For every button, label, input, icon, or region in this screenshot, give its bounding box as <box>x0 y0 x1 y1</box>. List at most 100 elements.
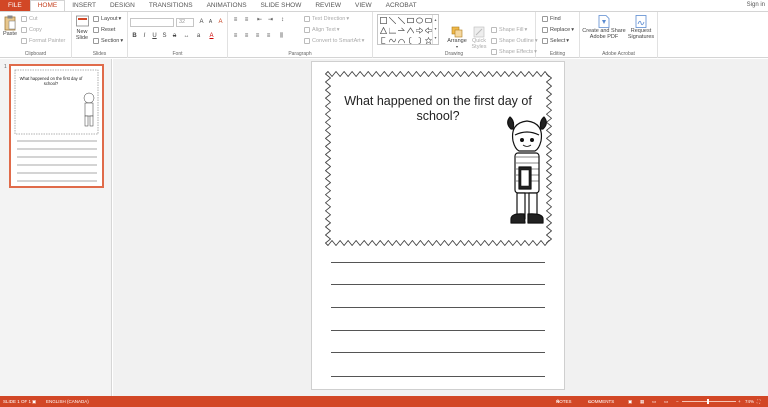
text-direction-button[interactable]: Text Direction ▾ <box>304 16 349 22</box>
request-signatures-button[interactable]: Request Signatures <box>626 15 656 40</box>
tab-transitions[interactable]: TRANSITIONS <box>142 0 200 11</box>
textbox-shape-icon[interactable] <box>380 17 387 24</box>
shrink-font-button[interactable]: A <box>207 19 214 26</box>
new-slide-button[interactable]: New Slide <box>74 15 90 41</box>
tab-animations[interactable]: ANIMATIONS <box>200 0 254 11</box>
slide-thumbnail[interactable]: What happened on the first day of school… <box>9 64 104 188</box>
connector-shape-icon[interactable] <box>407 27 414 34</box>
grow-font-button[interactable]: A <box>198 19 205 26</box>
paste-button[interactable]: Paste <box>2 15 18 37</box>
align-text-button[interactable]: Align Text ▾ <box>304 27 340 33</box>
paste-icon <box>4 15 16 31</box>
tab-design[interactable]: DESIGN <box>103 0 142 11</box>
rounded-rectangle-shape-icon[interactable] <box>425 17 432 24</box>
bold-button[interactable]: B <box>131 33 138 40</box>
shapes-scroll[interactable]: ▴ ▾ ▾ <box>432 15 438 44</box>
align-left-button[interactable]: ≡ <box>232 33 239 40</box>
quick-styles-button[interactable]: Quick Styles <box>468 26 490 50</box>
select-button[interactable]: Select ▾ <box>542 38 569 44</box>
reading-view-icon[interactable]: ▭ <box>652 396 656 407</box>
cut-button[interactable]: Cut <box>21 16 38 22</box>
align-center-button[interactable]: ≡ <box>243 33 250 40</box>
font-name-combo[interactable] <box>130 18 174 27</box>
star-shape-icon[interactable] <box>425 37 432 44</box>
shapes-gallery[interactable]: ▴ ▾ ▾ <box>377 14 439 45</box>
slideshow-icon[interactable]: ▭ <box>664 396 668 407</box>
slide-question-text[interactable]: What happened on the first day of school… <box>340 94 536 124</box>
arrow-shape-icon[interactable] <box>416 27 423 34</box>
fit-to-window-icon[interactable]: ⛶ <box>757 396 760 407</box>
justify-button[interactable]: ≡ <box>265 33 272 40</box>
normal-view-icon[interactable]: ▣ <box>628 396 632 407</box>
tab-review[interactable]: REVIEW <box>308 0 348 11</box>
ribbon: Paste Cut Copy Format Painter Clipboard … <box>0 11 768 58</box>
italic-button[interactable]: I <box>141 33 148 40</box>
format-painter-button[interactable]: Format Painter <box>21 38 65 44</box>
new-slide-label-2: Slide <box>75 35 89 41</box>
create-share-label-2: Adobe PDF <box>589 34 619 40</box>
create-share-pdf-button[interactable]: Create and Share Adobe PDF <box>582 15 626 40</box>
writing-line-5 <box>331 352 545 353</box>
align-right-button[interactable]: ≡ <box>254 33 261 40</box>
shape-effects-button[interactable]: Shape Effects ▾ <box>491 49 537 55</box>
columns-button[interactable]: ⫼ <box>278 33 285 40</box>
girl-clipart[interactable] <box>507 116 547 224</box>
paint-bucket-icon <box>491 27 497 33</box>
spelling-icon[interactable]: ▣ <box>32 396 36 407</box>
zoom-level[interactable]: 74% <box>745 396 754 407</box>
convert-smartart-button[interactable]: Convert to SmartArt ▾ <box>304 38 364 44</box>
tab-home[interactable]: HOME <box>29 0 66 11</box>
bracket-shape-icon[interactable] <box>380 37 387 44</box>
triangle-shape-icon[interactable] <box>380 27 387 34</box>
clear-format-button[interactable]: A <box>217 19 224 26</box>
shape-fill-button[interactable]: Shape Fill ▾ <box>491 27 527 33</box>
curve-shape-icon[interactable] <box>398 37 405 44</box>
language-indicator[interactable]: ENGLISH (CANADA) <box>46 396 89 407</box>
change-case-button[interactable]: a <box>195 33 202 40</box>
sign-in-link[interactable]: Sign in <box>747 0 765 11</box>
tab-acrobat[interactable]: ACROBAT <box>379 0 424 11</box>
replace-button[interactable]: Replace ▾ <box>542 27 574 33</box>
underline-button[interactable]: U <box>151 33 158 40</box>
font-size-combo[interactable]: 32 <box>176 18 194 27</box>
zoom-out-icon[interactable]: − <box>676 396 679 407</box>
shape-effects-label: Shape Effects <box>499 49 534 55</box>
strikethrough-button[interactable]: a <box>171 33 178 40</box>
rectangle-shape-icon[interactable] <box>407 17 414 24</box>
brace-shape-icon[interactable] <box>416 37 423 44</box>
line-shape-icon[interactable] <box>389 17 396 24</box>
char-spacing-button[interactable]: ↔ <box>183 33 190 40</box>
brace-shape-icon[interactable] <box>407 37 414 44</box>
tab-view[interactable]: VIEW <box>348 0 379 11</box>
section-button[interactable]: Section ▾ <box>93 38 123 44</box>
shape-outline-label: Shape Outline <box>499 38 534 44</box>
arrow-shape-icon[interactable] <box>398 27 405 34</box>
reset-button[interactable]: Reset <box>93 27 115 33</box>
layout-button[interactable]: Layout ▾ <box>93 16 121 22</box>
tab-insert[interactable]: INSERT <box>65 0 103 11</box>
shape-outline-button[interactable]: Shape Outline ▾ <box>491 38 538 44</box>
effects-icon <box>491 49 497 55</box>
replace-icon <box>542 27 548 33</box>
decrease-indent-button[interactable]: ⇤ <box>256 17 263 24</box>
line-shape-icon[interactable] <box>398 17 405 24</box>
font-color-button[interactable]: A <box>208 33 215 40</box>
freeform-shape-icon[interactable] <box>389 37 396 44</box>
zoom-slider-track[interactable] <box>682 401 736 402</box>
arrange-button[interactable]: Arrange ▾ <box>446 26 468 49</box>
zoom-slider-handle[interactable] <box>707 399 709 404</box>
numbering-button[interactable]: ≡ <box>243 17 250 24</box>
arrow-shape-icon[interactable] <box>425 27 432 34</box>
tab-slide-show[interactable]: SLIDE SHOW <box>254 0 309 11</box>
oval-shape-icon[interactable] <box>416 17 423 24</box>
increase-indent-button[interactable]: ⇥ <box>267 17 274 24</box>
shadow-button[interactable]: S <box>161 33 168 40</box>
find-button[interactable]: Find <box>542 16 561 22</box>
slide-sorter-icon[interactable]: ▦ <box>640 396 644 407</box>
tab-file[interactable]: FILE <box>0 0 30 11</box>
zoom-in-icon[interactable]: + <box>738 396 741 407</box>
connector-shape-icon[interactable] <box>389 27 396 34</box>
bullets-button[interactable]: ≡ <box>232 17 239 24</box>
copy-button[interactable]: Copy <box>21 27 42 33</box>
line-spacing-button[interactable]: ↕ <box>279 17 286 24</box>
